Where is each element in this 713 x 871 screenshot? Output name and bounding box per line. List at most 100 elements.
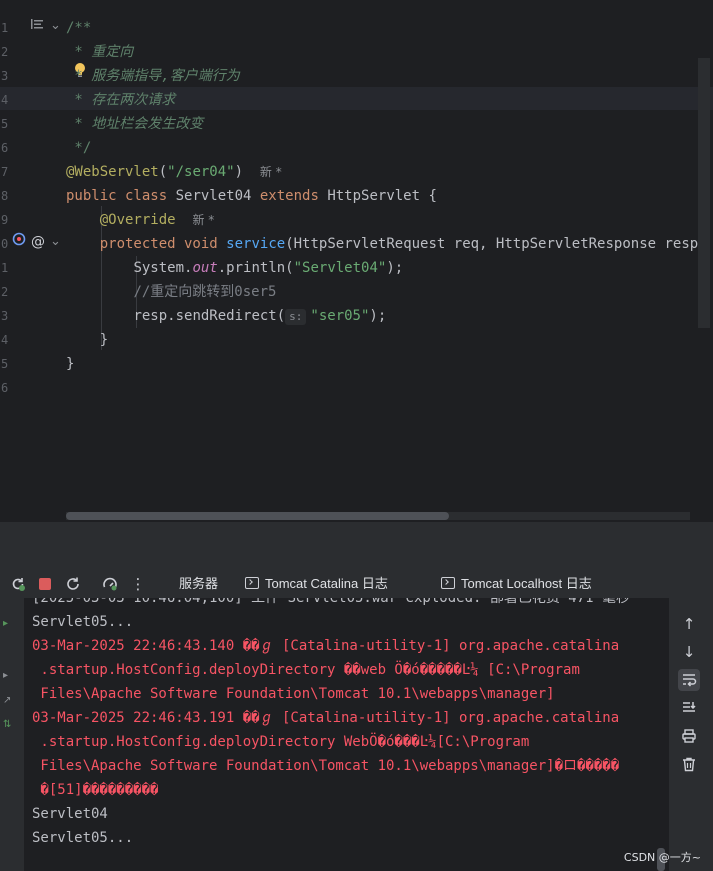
code-token: resp.sendRedirect( — [133, 308, 286, 324]
services-tool-window: ⋮ 服务器 Tomcat Catalina 日志 Tomcat Localhos… — [0, 522, 713, 871]
line-number: 5 — [1, 357, 9, 371]
code-line[interactable]: */ — [66, 136, 713, 160]
scroll-down-icon[interactable]: ↓ — [678, 641, 700, 663]
keyword-token: protected void — [99, 236, 218, 252]
vertical-scrollbar[interactable] — [698, 58, 710, 328]
rerun-icon[interactable] — [8, 574, 28, 594]
watermark: CSDN @一方~ — [623, 851, 701, 864]
code-token: .println( — [217, 260, 294, 276]
run-marker-icon: ▸ — [3, 670, 9, 681]
code-line[interactable]: protected void service(HttpServletReques… — [66, 232, 713, 256]
comment-text: */ — [66, 140, 92, 156]
console-line-error: .startup.HostConfig.deployDirectory WebÖ… — [32, 734, 530, 750]
code-line[interactable]: } — [66, 352, 713, 376]
code-line[interactable]: * 服务端指导,客户端行为 — [66, 64, 713, 88]
comment-text: * 存在两次请求 — [66, 92, 176, 108]
line-number: 3 — [1, 309, 9, 323]
code-line[interactable]: @Override 新 * — [66, 208, 713, 232]
line-number: 8 — [1, 189, 9, 203]
static-field-token: out — [192, 260, 218, 276]
scroll-up-icon[interactable]: ↑ — [678, 613, 700, 635]
comment-text: * 地址栏会发生改变 — [66, 116, 204, 132]
tab-label: Tomcat Localhost 日志 — [461, 576, 592, 591]
console-icon — [245, 577, 259, 589]
code-line[interactable]: //重定向跳转到0ser5 — [66, 280, 713, 304]
code-token: } — [99, 332, 109, 348]
parameter-inlay-hint: s: — [285, 309, 307, 325]
annotation-token: @Override — [99, 212, 176, 228]
line-comment: //重定向跳转到0ser5 — [133, 284, 277, 300]
console-line-error: Files\Apache Software Foundation\Tomcat … — [32, 758, 620, 774]
author-hint[interactable]: 新 * — [192, 213, 214, 227]
line-number: 3 — [1, 69, 9, 83]
reader-mode-icon[interactable] — [30, 15, 44, 39]
console-icon — [441, 577, 455, 589]
tab-tomcat-localhost-log[interactable]: Tomcat Localhost 日志 — [441, 574, 592, 594]
stop-icon[interactable] — [35, 574, 55, 594]
string-token: "/ser04" — [167, 164, 235, 180]
console-line: Servlet05... — [32, 614, 134, 630]
code-token: ); — [369, 308, 387, 324]
console-line: Servlet05... — [32, 830, 134, 846]
console-line-error: �[51]��������� — [32, 782, 159, 798]
code-token: Servlet04 — [167, 188, 260, 204]
horizontal-scrollbar-thumb[interactable] — [66, 512, 449, 520]
code-line[interactable]: * 地址栏会发生改变 — [66, 112, 713, 136]
restart-icon[interactable] — [63, 574, 83, 594]
keyword-token: public class — [66, 188, 168, 204]
code-token: ); — [386, 260, 404, 276]
console-left-rail: ▸ ▸ ↗ ⇅ — [0, 598, 20, 871]
method-name-token: service — [226, 236, 286, 252]
fold-chevron-icon[interactable]: ⌄ — [50, 230, 61, 254]
code-line[interactable]: } — [66, 328, 713, 352]
author-hint[interactable]: 新 * — [260, 165, 282, 179]
soft-wrap-icon[interactable] — [678, 669, 700, 691]
comment-text: * 服务端指导,客户端行为 — [66, 68, 240, 84]
console-line: [2025-03-03 10:46:04,100] 工件 Servlet05:w… — [32, 598, 631, 606]
code-line[interactable]: /** — [66, 16, 713, 40]
code-line[interactable]: public class Servlet04 extends HttpServl… — [66, 184, 713, 208]
code-line[interactable]: resp.sendRedirect(s: "ser05"); — [66, 304, 713, 328]
code-token: System. — [133, 260, 193, 276]
console-line-error: .startup.HostConfig.deployDirectory ��we… — [32, 662, 580, 678]
arrow-marker-icon: ↗ — [3, 695, 12, 706]
deploy-marker-icon: ⇅ — [3, 719, 12, 730]
comment-text: * 重定向 — [66, 44, 134, 60]
comment-text: /** — [66, 20, 92, 36]
override-method-icon[interactable] — [12, 231, 26, 255]
code-token: } — [66, 356, 75, 372]
code-line[interactable]: @WebServlet("/ser04") 新 * — [66, 160, 713, 184]
line-number: 4 — [1, 333, 9, 347]
console-line-error: 03-Mar-2025 22:46:43.140 ��ℊ [Catalina-u… — [32, 638, 620, 654]
console-line-error: 03-Mar-2025 22:46:43.191 ��ℊ [Catalina-u… — [32, 710, 620, 726]
keyword-token: extends — [259, 188, 319, 204]
code-line[interactable]: System.out.println("Servlet04"); — [66, 256, 713, 280]
print-icon[interactable] — [678, 725, 700, 747]
line-number: 6 — [1, 381, 9, 395]
more-options-icon[interactable]: ⋮ — [128, 574, 148, 594]
update-application-icon[interactable] — [100, 574, 120, 594]
line-number: 1 — [1, 21, 9, 35]
code-token: ( — [158, 164, 168, 180]
console-line-error: Files\Apache Software Foundation\Tomcat … — [32, 686, 555, 702]
tool-window-toolbar: ⋮ 服务器 Tomcat Catalina 日志 Tomcat Localhos… — [0, 566, 713, 602]
string-token: "Servlet04" — [293, 260, 387, 276]
console-output[interactable]: [2025-03-03 10:46:04,100] 工件 Servlet05:w… — [24, 598, 669, 871]
annotation-at-icon[interactable]: @ — [31, 230, 45, 254]
tab-server[interactable]: 服务器 — [179, 574, 218, 594]
code-line[interactable]: * 重定向 — [66, 40, 713, 64]
line-number: 6 — [1, 141, 9, 155]
fold-chevron-icon[interactable]: ⌄ — [50, 14, 61, 38]
string-token: "ser05" — [310, 308, 370, 324]
clear-all-icon[interactable] — [678, 753, 700, 775]
run-marker-icon: ▸ — [3, 618, 9, 629]
line-number: 2 — [1, 45, 9, 59]
code-editor[interactable]: 1 2 3 4 5 6 7 8 9 0 1 2 3 4 5 6 ⌄ @ ⌄ /*… — [0, 0, 713, 522]
tab-tomcat-catalina-log[interactable]: Tomcat Catalina 日志 — [245, 574, 388, 594]
code-token: (HttpServletRequest req, HttpServletResp… — [285, 236, 699, 252]
code-token: HttpServlet { — [318, 188, 437, 204]
scroll-to-end-icon[interactable] — [678, 697, 700, 719]
line-number: 2 — [1, 285, 9, 299]
code-line[interactable]: * 存在两次请求 — [66, 88, 713, 112]
tab-label: Tomcat Catalina 日志 — [265, 576, 388, 591]
